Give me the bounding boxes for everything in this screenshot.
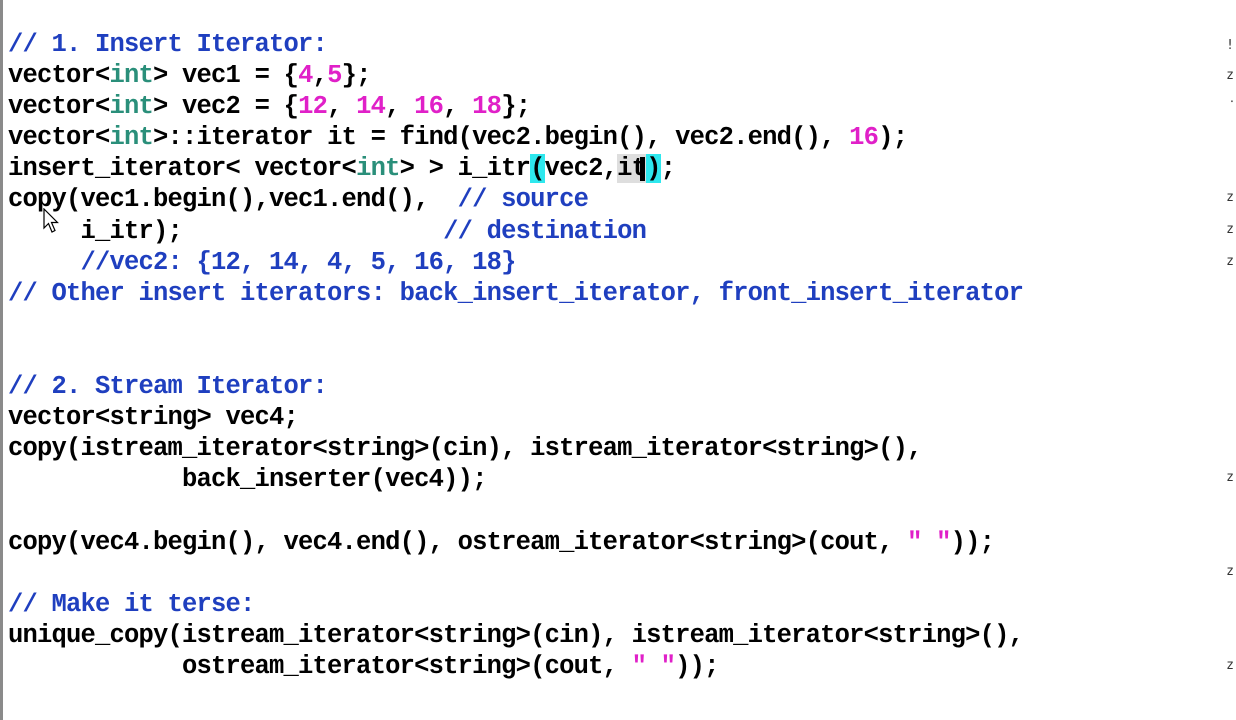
code-line[interactable]: vector<int> vec1 = {4,5};: [8, 60, 1023, 91]
code-token: back_inserter(vec4));: [8, 465, 487, 495]
code-comment: // 1. Insert Iterator:: [8, 30, 328, 59]
code-line[interactable]: ostream_iterator<string>(cout, " "));: [8, 651, 1023, 682]
code-keyword: int: [109, 92, 154, 122]
code-keyword: int: [356, 154, 400, 184]
code-token: (: [530, 154, 545, 184]
mouse-pointer-icon: [43, 208, 59, 233]
code-line[interactable]: copy(istream_iterator<string>(cin), istr…: [8, 433, 1023, 464]
code-line[interactable]: //vec2: {12, 14, 4, 5, 16, 18}: [8, 247, 1023, 278]
code-token: ,: [327, 92, 357, 122]
code-line[interactable]: // Make it terse:: [8, 589, 1023, 620]
code-literal: 16: [414, 92, 444, 122]
code-token: copy(vec4.begin(), vec4.end(), ostream_i…: [8, 527, 908, 557]
code-line[interactable]: vector<int>::iterator it = find(vec2.beg…: [8, 122, 1023, 153]
code-line[interactable]: // 1. Insert Iterator:: [8, 29, 1023, 60]
code-line[interactable]: [8, 495, 1023, 526]
gutter-mark: z: [1226, 470, 1234, 485]
code-comment: // Make it terse:: [8, 589, 255, 619]
code-token: i_itr);: [8, 216, 444, 246]
gutter-mark: z: [1226, 190, 1234, 205]
text-caret: [640, 156, 646, 181]
code-token: > > i_itr: [399, 154, 531, 184]
code-token: ;: [660, 154, 676, 184]
code-token: unique_copy(istream_iterator<string>(cin…: [8, 620, 1024, 650]
code-token: insert_iterator< vector<: [8, 154, 357, 184]
code-line[interactable]: // Other insert iterators: back_insert_i…: [8, 278, 1024, 309]
gutter-mark: z: [1226, 564, 1234, 579]
code-token: > vec1 = {: [153, 61, 299, 91]
code-token: ostream_iterator<string>(cout,: [8, 651, 632, 681]
code-token: copy(istream_iterator<string>(cin), istr…: [8, 434, 922, 464]
code-comment: // source: [457, 185, 589, 215]
code-token: vector<string> vec4;: [8, 403, 299, 433]
code-literal: " ": [631, 651, 676, 681]
code-line[interactable]: copy(vec4.begin(), vec4.end(), ostream_i…: [8, 527, 1023, 558]
gutter-mark: ‧: [1229, 95, 1234, 110]
code-area[interactable]: // 1. Insert Iterator: vector<int> vec1 =…: [8, 29, 1024, 682]
code-token: > vec2 = {: [153, 92, 299, 122]
code-line[interactable]: unique_copy(istream_iterator<string>(cin…: [8, 620, 1024, 651]
code-literal: 5: [327, 61, 342, 91]
code-token: ,: [385, 92, 415, 122]
code-literal: 16: [849, 123, 879, 153]
code-comment: // destination: [443, 216, 647, 246]
code-token: ));: [950, 527, 995, 557]
code-token: ,: [312, 61, 328, 91]
code-token: vector<: [8, 123, 110, 153]
right-gutter-marks: ! z ‧ z z z z z z: [1224, 0, 1234, 720]
code-line[interactable]: vector<string> vec4;: [8, 402, 1023, 433]
code-literal: " ": [907, 527, 951, 557]
code-token: ): [646, 154, 661, 184]
code-literal: 14: [356, 92, 386, 122]
code-line[interactable]: [8, 558, 1023, 589]
code-line[interactable]: [8, 340, 1023, 371]
code-editor[interactable]: // 1. Insert Iterator: vector<int> vec1 =…: [0, 0, 1236, 720]
code-token: >::iterator it = find(vec2.begin(), vec2…: [153, 123, 850, 153]
code-token: copy(vec1.begin(),vec1.end(),: [8, 185, 458, 215]
code-literal: 4: [298, 61, 313, 91]
code-comment: //vec2: {12, 14, 4, 5, 16, 18}: [8, 247, 517, 277]
code-line[interactable]: copy(vec1.begin(),vec1.end(), // source: [8, 184, 1023, 215]
code-line[interactable]: i_itr); // destination: [8, 216, 1023, 247]
code-comment: // Other insert iterators: back_insert_i…: [8, 278, 1024, 308]
code-line[interactable]: [8, 309, 1023, 340]
code-token: );: [878, 123, 908, 153]
code-token: vector<: [8, 92, 110, 122]
gutter-mark: !: [1226, 38, 1234, 53]
code-token: ,: [443, 92, 473, 122]
code-comment: // 2. Stream Iterator:: [8, 372, 328, 402]
gutter-mark: z: [1226, 68, 1234, 83]
gutter-mark: z: [1226, 658, 1234, 673]
code-keyword: int: [109, 123, 154, 153]
code-literal: 18: [472, 92, 502, 122]
gutter-mark: z: [1226, 222, 1234, 237]
gutter-mark: z: [1226, 254, 1234, 269]
code-token: vector<: [8, 61, 110, 91]
code-line[interactable]: vector<int> vec2 = {12, 14, 16, 18};: [8, 91, 1023, 122]
code-keyword: int: [109, 61, 154, 91]
code-line[interactable]: // 2. Stream Iterator:: [8, 371, 1023, 402]
code-token: vec2,: [544, 154, 618, 184]
code-line[interactable]: back_inserter(vec4));: [8, 464, 1023, 495]
code-token: };: [501, 92, 531, 122]
code-token: ));: [675, 651, 719, 681]
code-literal: 12: [298, 92, 328, 122]
code-line[interactable]: insert_iterator< vector<int> > i_itr(vec…: [8, 153, 1023, 184]
code-token: };: [341, 61, 372, 91]
